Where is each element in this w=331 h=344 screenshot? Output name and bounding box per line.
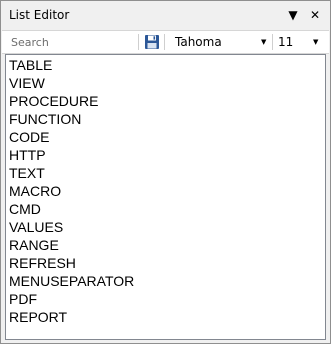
list-editor-window: List Editor ▼ ✕ Tahoma ▼ 11 ▼ TABLE VIEW…: [0, 0, 331, 344]
font-size-value: 11: [278, 35, 294, 49]
list-item[interactable]: VIEW: [9, 74, 45, 92]
chevron-down-icon: ▼: [261, 38, 267, 46]
list-item[interactable]: TEXT: [9, 164, 45, 182]
window-title: List Editor: [9, 8, 70, 22]
list-item[interactable]: PROCEDURE: [9, 92, 98, 110]
chevron-down-icon: ▼: [313, 38, 319, 46]
close-icon[interactable]: ✕: [307, 7, 323, 23]
font-family-select[interactable]: Tahoma ▼: [169, 31, 272, 53]
list-item[interactable]: CODE: [9, 128, 49, 146]
list-item[interactable]: CMD: [9, 200, 41, 218]
title-bar: List Editor ▼ ✕: [1, 1, 330, 29]
panel-menu-icon[interactable]: ▼: [285, 7, 301, 23]
list-item[interactable]: PDF: [9, 290, 37, 308]
save-icon[interactable]: [144, 34, 160, 50]
toolbar-divider: [164, 34, 165, 50]
list-item[interactable]: MENUSEPARATOR: [9, 272, 134, 290]
list-item[interactable]: VALUES: [9, 218, 63, 236]
search-input[interactable]: [2, 31, 136, 53]
list-item[interactable]: REFRESH: [9, 254, 76, 272]
list-item[interactable]: TABLE: [9, 56, 52, 74]
list-item[interactable]: RANGE: [9, 236, 59, 254]
list-item[interactable]: REPORT: [9, 308, 67, 326]
list-box[interactable]: TABLE VIEW PROCEDURE FUNCTION CODE HTTP …: [5, 54, 326, 340]
list-item[interactable]: MACRO: [9, 182, 61, 200]
toolbar-divider: [138, 34, 139, 50]
toolbar: Tahoma ▼ 11 ▼: [2, 30, 329, 54]
font-family-value: Tahoma: [175, 35, 222, 49]
list-item[interactable]: FUNCTION: [9, 110, 81, 128]
font-size-select[interactable]: 11 ▼: [273, 31, 329, 53]
list-item[interactable]: HTTP: [9, 146, 46, 164]
